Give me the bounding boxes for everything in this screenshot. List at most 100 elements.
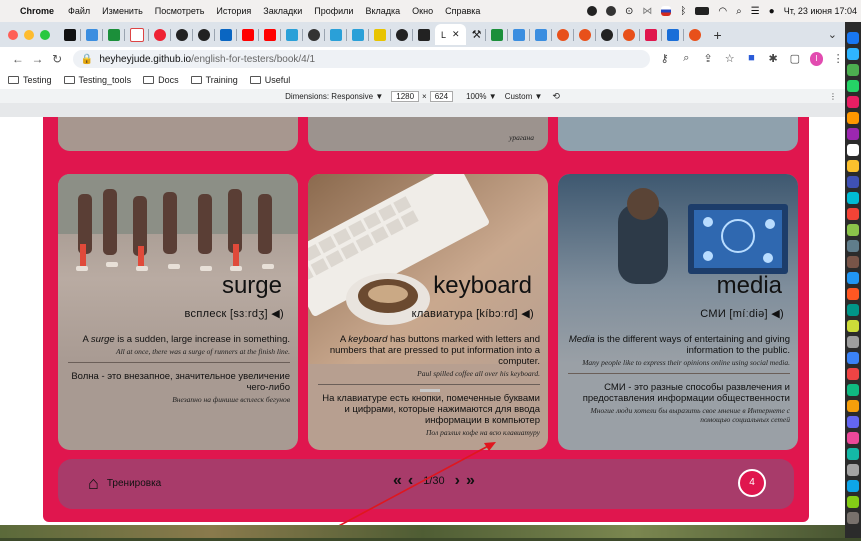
battery-icon[interactable] [695, 7, 710, 15]
speaker-icon[interactable]: ◀) [521, 308, 534, 320]
wifi-icon[interactable]: ◠ [718, 6, 727, 17]
side-panel-icon[interactable]: ▢ [788, 52, 802, 66]
learned-count-badge[interactable]: 4 [738, 469, 766, 497]
extension-icon[interactable]: ■ [745, 52, 759, 66]
throttle-select[interactable]: Custom ▼ [505, 92, 543, 101]
tab-favicon[interactable] [286, 28, 298, 41]
menu-view[interactable]: Посмотреть [155, 6, 205, 16]
forward-arrow-icon[interactable]: → [30, 52, 46, 66]
viewport-height-input[interactable]: 624 [429, 90, 454, 102]
scan-icon[interactable]: ⋈ [642, 6, 652, 17]
github-tab-icon[interactable] [308, 28, 320, 41]
tab-favicon[interactable] [623, 28, 636, 41]
tab-favicon[interactable] [154, 28, 166, 41]
tab-favicon[interactable] [176, 28, 188, 41]
translation-text: СМИ [míːdiə] [700, 308, 768, 320]
word-card-keyboard[interactable]: keyboard клавиатура [kíbɔːrd] ◀) A keybo… [308, 174, 548, 450]
keyboard-layout-flag-icon[interactable] [661, 6, 672, 16]
last-page-button[interactable]: » [466, 472, 475, 490]
window-close-icon[interactable] [8, 29, 18, 40]
bookmark-star-icon[interactable]: ☆ [723, 52, 737, 66]
menu-history[interactable]: История [216, 6, 251, 16]
tab-favicon[interactable] [667, 28, 680, 41]
devtools-more-icon[interactable]: ⋮ [829, 92, 837, 101]
dock-app-icons[interactable] [845, 22, 861, 538]
zoom-select[interactable]: 100% ▼ [466, 92, 497, 101]
tools-tab-icon[interactable]: ⚒ [472, 28, 482, 41]
key-icon[interactable]: ⚷ [658, 52, 672, 66]
tab-close-icon[interactable]: ✕ [452, 29, 460, 40]
bluetooth-icon[interactable]: ᛒ [680, 6, 686, 17]
speaker-icon[interactable]: ◀) [771, 308, 784, 320]
tab-favicon[interactable] [535, 28, 548, 41]
rotate-icon[interactable]: ⟲ [552, 91, 560, 102]
speaker-icon[interactable]: ◀) [271, 308, 284, 320]
tab-favicon[interactable] [689, 28, 702, 41]
search-icon[interactable]: ⌕ [736, 6, 742, 17]
docs-tab-icon[interactable] [513, 28, 526, 41]
share-icon[interactable]: ⇪ [701, 52, 715, 66]
status-app-icon[interactable] [586, 6, 597, 16]
viewport-width-input[interactable]: 1280 [391, 90, 420, 102]
first-page-button[interactable]: « [393, 472, 402, 490]
youtube-tab-icon[interactable] [242, 28, 254, 41]
address-bar[interactable]: 🔒 heyheyjude.github.io/english-for-teste… [72, 50, 650, 68]
control-center-icon[interactable]: ☰ [751, 6, 760, 17]
gmail-tab-icon[interactable] [130, 27, 144, 42]
active-tab[interactable]: L ✕ [435, 24, 466, 45]
bookmark-folder-testing-tools[interactable]: Testing_tools [63, 75, 131, 85]
tab-favicon[interactable] [579, 28, 592, 41]
menu-file[interactable]: Файл [68, 6, 90, 16]
resize-handle[interactable] [420, 389, 440, 392]
github-tab-icon[interactable] [396, 28, 408, 41]
training-link[interactable]: ⌂ Тренировка [88, 473, 161, 494]
def-term: Media [568, 334, 595, 345]
dimensions-select[interactable]: Dimensions: Responsive ▼ [285, 92, 383, 101]
status-app-icon[interactable] [605, 6, 616, 16]
tab-search-dropdown[interactable]: ⌄ [828, 28, 837, 41]
new-tab-button[interactable]: + [713, 27, 721, 43]
reload-icon[interactable]: ↻ [49, 52, 65, 66]
linkedin-tab-icon[interactable] [220, 28, 232, 41]
tab-favicon[interactable] [601, 28, 614, 41]
back-arrow-icon[interactable]: ← [10, 52, 26, 66]
menubar-clock[interactable]: Чт, 23 июня 17:04 [784, 6, 857, 16]
word-card-surge[interactable]: surge всплеск [sɜːrdʒ] ◀) A surge is a s… [58, 174, 298, 450]
profile-avatar[interactable]: I [809, 52, 824, 66]
youtube-tab-icon[interactable] [264, 28, 276, 41]
tab-favicon[interactable] [491, 28, 504, 41]
bookmark-folder-docs[interactable]: Docs [143, 75, 179, 85]
tab-favicon[interactable] [198, 28, 210, 41]
window-minimize-icon[interactable] [24, 29, 34, 40]
menu-edit[interactable]: Изменить [102, 6, 143, 16]
play-icon[interactable]: ⊙ [625, 6, 633, 17]
zoom-icon[interactable]: ⌕ [679, 52, 693, 66]
word-card-media[interactable]: media СМИ [míːdiə] ◀) Media is the diffe… [558, 174, 798, 450]
siri-icon[interactable]: ● [769, 6, 775, 17]
extensions-puzzle-icon[interactable]: ✱ [766, 52, 780, 66]
menu-tab[interactable]: Вкладка [365, 6, 400, 16]
chrome-menu-icon[interactable]: ⋮ [831, 52, 845, 66]
tab-favicon[interactable] [86, 28, 98, 41]
bookmark-folder-useful[interactable]: Useful [249, 75, 290, 85]
next-page-button[interactable]: › [455, 472, 460, 490]
tab-favicon[interactable] [108, 28, 120, 41]
tab-favicon[interactable] [645, 28, 658, 41]
menu-window[interactable]: Окно [412, 6, 433, 16]
bookmark-folder-testing[interactable]: Testing [8, 75, 52, 85]
tab-favicon[interactable] [352, 28, 364, 41]
tab-favicon[interactable] [418, 28, 430, 41]
window-zoom-icon[interactable] [40, 29, 50, 40]
lock-icon[interactable]: 🔒 [81, 54, 93, 65]
menu-profiles[interactable]: Профили [314, 6, 353, 16]
menu-bookmarks[interactable]: Закладки [263, 6, 302, 16]
bookmark-folder-training[interactable]: Training [190, 75, 238, 85]
prev-page-button[interactable]: ‹ [408, 472, 413, 490]
tab-favicon[interactable] [374, 28, 386, 41]
tab-favicon[interactable] [330, 28, 342, 41]
menu-app-name[interactable]: Chrome [20, 6, 54, 16]
tab-favicon[interactable] [557, 28, 570, 41]
menu-help[interactable]: Справка [445, 6, 480, 16]
browser-tab-strip: L ✕ ⚒ + ⌄ [0, 22, 845, 47]
tab-favicon[interactable] [64, 28, 76, 41]
